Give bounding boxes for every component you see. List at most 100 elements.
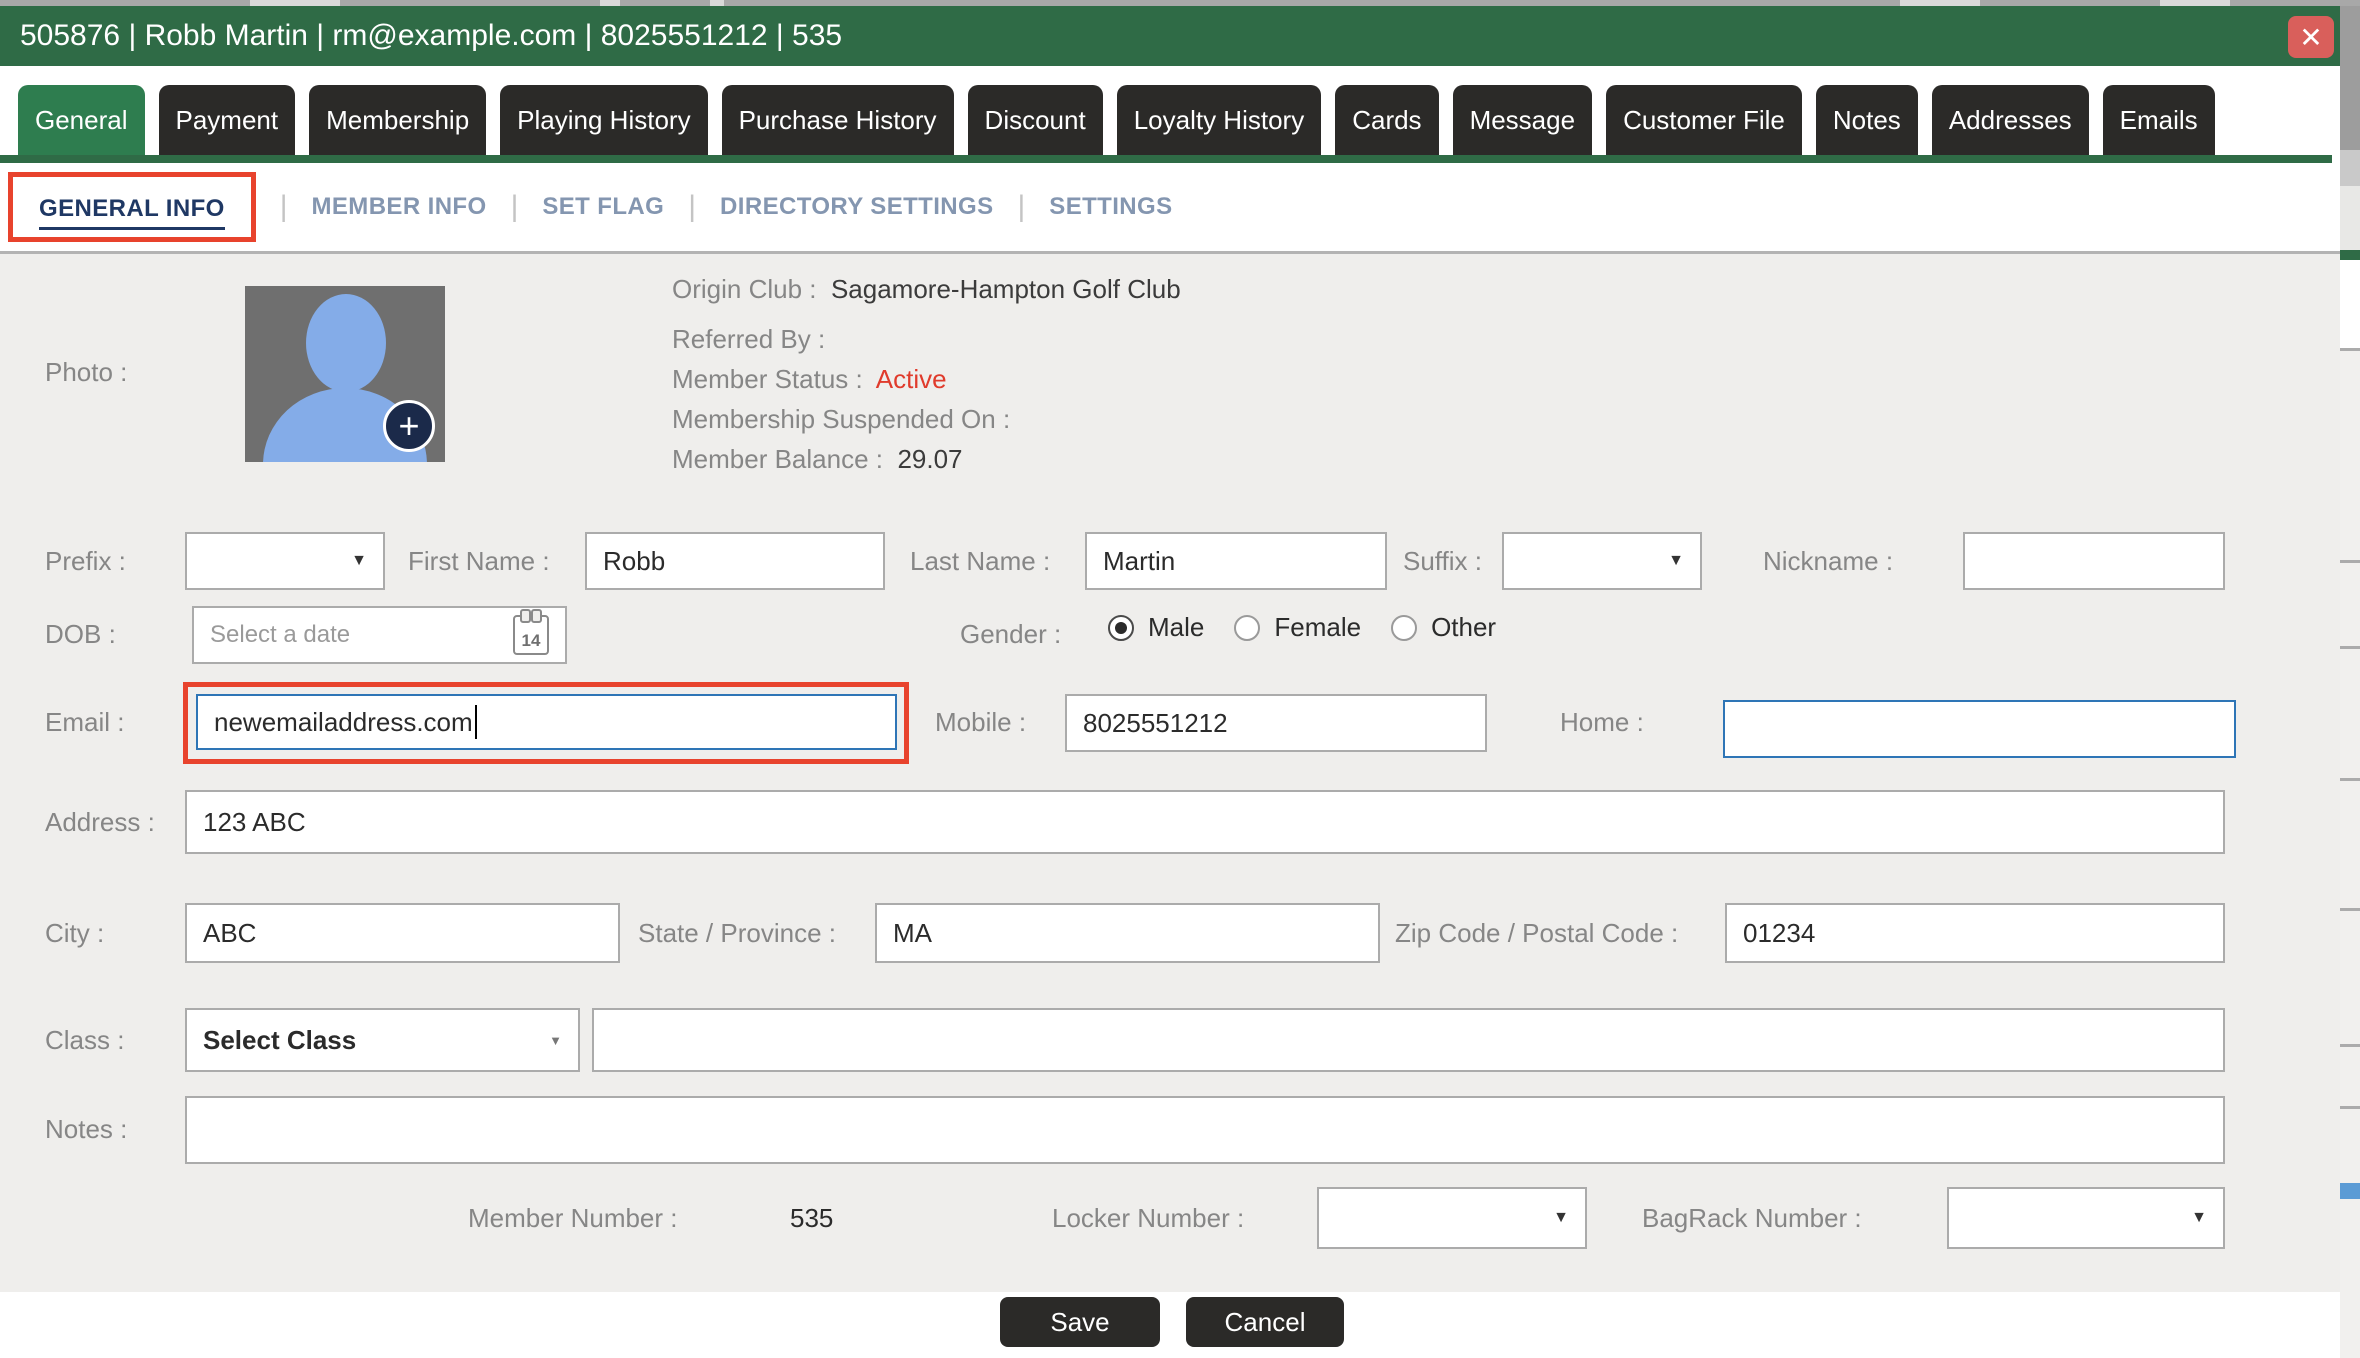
tab-customer-file[interactable]: Customer File — [1606, 85, 1802, 155]
subtab-separator: | — [511, 190, 519, 224]
suffix-select[interactable]: ▼ — [1502, 532, 1702, 590]
state-field[interactable]: MA — [875, 903, 1380, 963]
dob-field[interactable]: Select a date 14 — [192, 606, 567, 664]
tab-notes[interactable]: Notes — [1816, 85, 1918, 155]
member-balance-line: Member Balance : 29.07 — [672, 444, 963, 475]
tab-purchase-history[interactable]: Purchase History — [722, 85, 954, 155]
zip-field[interactable]: 01234 — [1725, 903, 2225, 963]
origin-club-line: Origin Club : Sagamore-Hampton Golf Club — [672, 274, 1181, 305]
notes-label: Notes : — [45, 1113, 127, 1145]
radio-male-label: Male — [1148, 612, 1204, 643]
state-label: State / Province : — [638, 917, 836, 949]
sub-tab-bar: GENERAL INFO | MEMBER INFO | SET FLAG | … — [0, 163, 2340, 251]
prefix-label: Prefix : — [45, 545, 126, 577]
mobile-field[interactable]: 8025551212 — [1065, 694, 1487, 752]
nickname-label: Nickname : — [1763, 545, 1893, 577]
radio-female-label: Female — [1274, 612, 1361, 643]
home-field[interactable] — [1723, 700, 2236, 758]
tab-loyalty-history[interactable]: Loyalty History — [1117, 85, 1322, 155]
locker-number-select[interactable]: ▼ — [1317, 1187, 1587, 1249]
chevron-down-icon: ▼ — [351, 552, 367, 570]
city-label: City : — [45, 917, 104, 949]
radio-male[interactable] — [1108, 615, 1134, 641]
photo-label: Photo : — [45, 356, 127, 388]
class-label: Class : — [45, 1024, 124, 1056]
tab-discount[interactable]: Discount — [968, 85, 1103, 155]
background-page-right-edge — [2340, 6, 2360, 1358]
gender-label: Gender : — [960, 618, 1061, 650]
gender-radio-group: Male Female Other — [1108, 612, 1512, 643]
chevron-down-icon: ▼ — [1668, 552, 1684, 570]
suffix-label: Suffix : — [1403, 545, 1482, 577]
subtab-settings[interactable]: SETTINGS — [1049, 193, 1172, 221]
tab-addresses[interactable]: Addresses — [1932, 85, 2089, 155]
tab-payment[interactable]: Payment — [159, 85, 296, 155]
general-info-annotation-box: GENERAL INFO — [8, 172, 256, 242]
nickname-field[interactable] — [1963, 532, 2225, 590]
chevron-down-icon: ▼ — [1553, 1209, 1569, 1227]
radio-other[interactable] — [1391, 615, 1417, 641]
tab-membership[interactable]: Membership — [309, 85, 486, 155]
subtab-general-info[interactable]: GENERAL INFO — [39, 195, 225, 230]
member-status-line: Member Status : Active — [672, 364, 947, 395]
chevron-down-icon: ▼ — [2191, 1209, 2207, 1227]
modal-title: 505876 | Robb Martin | rm@example.com | … — [20, 19, 842, 53]
member-status-value: Active — [876, 364, 947, 394]
zip-label: Zip Code / Postal Code : — [1395, 917, 1678, 949]
last-name-label: Last Name : — [910, 545, 1050, 577]
subtab-member-info[interactable]: MEMBER INFO — [312, 193, 487, 221]
tab-message[interactable]: Message — [1453, 85, 1593, 155]
main-tab-bar: General Payment Membership Playing Histo… — [0, 85, 2332, 155]
member-number-label: Member Number : — [468, 1202, 678, 1234]
email-label: Email : — [45, 706, 124, 738]
membership-suspended-line: Membership Suspended On : — [672, 404, 1010, 435]
notes-field[interactable] — [185, 1096, 2225, 1164]
prefix-select[interactable]: ▼ — [185, 532, 385, 590]
subtab-separator: | — [280, 190, 288, 224]
tab-emails[interactable]: Emails — [2103, 85, 2215, 155]
radio-female[interactable] — [1234, 615, 1260, 641]
class-extra-field[interactable] — [592, 1008, 2225, 1072]
subtab-separator: | — [1018, 190, 1026, 224]
class-select-value: Select Class — [203, 1025, 356, 1056]
member-photo-placeholder: + — [245, 286, 445, 462]
close-button[interactable]: ✕ — [2288, 16, 2334, 58]
address-label: Address : — [45, 806, 155, 838]
member-balance-value: 29.07 — [897, 444, 962, 474]
class-select[interactable]: Select Class ▼ — [185, 1008, 580, 1072]
subtab-separator: | — [688, 190, 696, 224]
locker-number-label: Locker Number : — [1052, 1202, 1244, 1234]
email-field[interactable]: newemailaddress.com — [196, 694, 897, 750]
address-field[interactable]: 123 ABC — [185, 790, 2225, 854]
mobile-label: Mobile : — [935, 706, 1026, 738]
avatar-head — [306, 294, 386, 392]
general-info-panel: Photo : + Origin Club : Sagamore-Hampton… — [0, 254, 2340, 1292]
add-photo-button[interactable]: + — [383, 400, 435, 452]
last-name-field[interactable]: Martin — [1085, 532, 1387, 590]
first-name-field[interactable]: Robb — [585, 532, 885, 590]
calendar-icon: 14 — [513, 615, 549, 655]
text-cursor — [475, 705, 477, 739]
tab-cards[interactable]: Cards — [1335, 85, 1438, 155]
subtab-set-flag[interactable]: SET FLAG — [542, 193, 664, 221]
subtab-directory-settings[interactable]: DIRECTORY SETTINGS — [720, 193, 993, 221]
plus-icon: + — [398, 404, 419, 448]
member-number-value: 535 — [790, 1202, 833, 1234]
home-label: Home : — [1560, 706, 1644, 738]
tab-underline — [0, 155, 2332, 163]
email-annotation-box: newemailaddress.com — [183, 682, 909, 764]
tab-playing-history[interactable]: Playing History — [500, 85, 707, 155]
origin-club-value: Sagamore-Hampton Golf Club — [831, 274, 1181, 304]
radio-other-label: Other — [1431, 612, 1496, 643]
bagrack-number-label: BagRack Number : — [1642, 1202, 1862, 1234]
city-field[interactable]: ABC — [185, 903, 620, 963]
bagrack-number-select[interactable]: ▼ — [1947, 1187, 2225, 1249]
modal-title-bar: 505876 | Robb Martin | rm@example.com | … — [0, 6, 2340, 66]
save-button[interactable]: Save — [1000, 1297, 1160, 1347]
chevron-down-icon: ▼ — [549, 1033, 562, 1048]
referred-by-line: Referred By : — [672, 324, 825, 355]
cancel-button[interactable]: Cancel — [1186, 1297, 1344, 1347]
tab-general[interactable]: General — [18, 85, 145, 155]
dob-placeholder: Select a date — [210, 621, 350, 649]
close-icon: ✕ — [2299, 21, 2322, 54]
